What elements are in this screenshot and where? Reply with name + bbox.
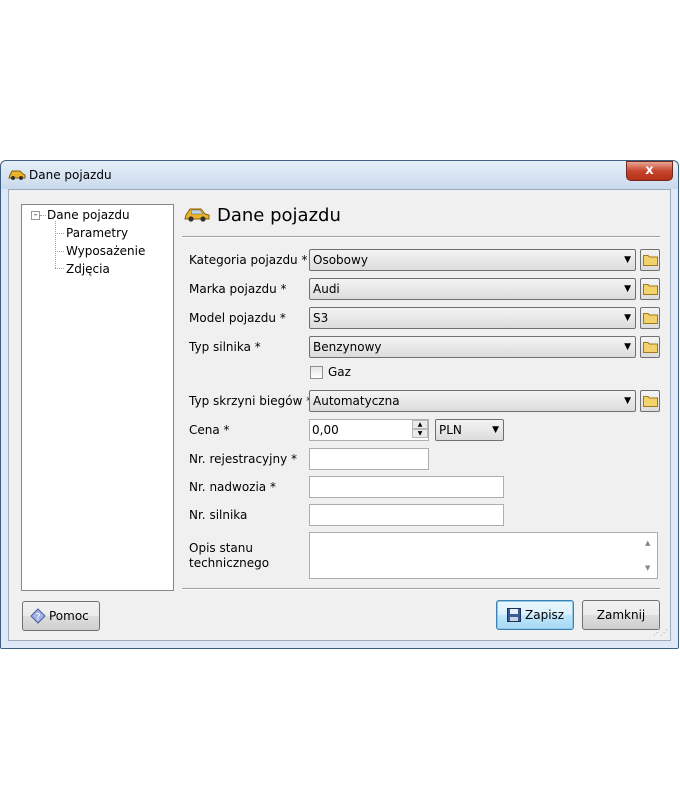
section-title: Dane pojazdu [217,205,341,226]
registration-label: Nr. rejestracyjny * [189,452,298,466]
price-input[interactable]: 0,00 [309,419,429,441]
spin-up-icon[interactable]: ▲ [412,420,428,429]
dialog-client-area: - Dane pojazdu Parametry Wyposażenie Zdj… [8,189,671,641]
save-button-label: Zapisz [525,608,565,622]
spin-down-icon[interactable]: ▼ [412,429,428,438]
engine-number-input[interactable] [309,504,504,526]
category-value: Osobowy [313,253,368,267]
gearbox-select[interactable]: Automatyczna ▼ [309,390,636,412]
chevron-down-icon: ▼ [624,313,631,323]
category-select[interactable]: Osobowy ▼ [309,249,636,271]
gearbox-label: Typ skrzyni biegów * [189,394,313,408]
svg-text:?: ? [35,612,40,623]
gearbox-value: Automatyczna [313,394,400,408]
price-label: Cena * [189,423,230,437]
resize-grip-icon[interactable]: ⋰⋰ [653,628,668,637]
folder-icon [643,255,658,266]
tree-item-dane-pojazdu[interactable]: Dane pojazdu [47,208,130,222]
folder-icon [643,313,658,324]
title-bar[interactable]: Dane pojazdu x [1,161,678,189]
brand-browse-button[interactable] [640,278,660,300]
help-button-label: Pomoc [49,609,89,623]
tree-collapse-icon[interactable]: - [31,211,40,220]
condition-label-line1: Opis stanu [189,541,253,555]
save-button[interactable]: Zapisz [496,600,574,630]
tree-connector [55,233,64,234]
tree-item-zdjecia[interactable]: Zdjęcia [66,262,110,276]
gas-checkbox[interactable] [310,366,323,379]
save-icon [507,608,521,622]
car-icon [184,206,210,225]
gas-label[interactable]: Gaz [328,365,351,379]
model-select[interactable]: S3 ▼ [309,307,636,329]
help-button[interactable]: ? Pomoc [22,601,100,631]
registration-input[interactable] [309,448,429,470]
model-browse-button[interactable] [640,307,660,329]
chevron-down-icon: ▼ [624,255,631,265]
engine-type-value: Benzynowy [313,340,382,354]
condition-scrollbar[interactable]: ▲ ▼ [640,533,657,578]
condition-label-line2: technicznego [189,556,270,570]
model-label: Model pojazdu * [189,311,286,325]
scroll-up-icon[interactable]: ▲ [645,539,650,547]
tree-connector [55,251,64,252]
chevron-down-icon: ▼ [624,396,631,406]
condition-textarea[interactable]: ▲ ▼ [309,532,658,579]
brand-label: Marka pojazdu * [189,282,287,296]
brand-value: Audi [313,282,340,296]
footer-divider [182,588,660,590]
tree-item-wyposazenie[interactable]: Wyposażenie [66,244,145,258]
model-value: S3 [313,311,329,325]
dialog-window: Dane pojazdu x - Dane pojazdu Parametry … [0,160,679,649]
close-button[interactable]: Zamknij [582,600,660,630]
tree-connector [40,215,46,216]
brand-select[interactable]: Audi ▼ [309,278,636,300]
navigation-tree[interactable]: - Dane pojazdu Parametry Wyposażenie Zdj… [21,204,174,591]
folder-icon [643,396,658,407]
engine-type-select[interactable]: Benzynowy ▼ [309,336,636,358]
vin-input[interactable] [309,476,504,498]
help-icon: ? [30,608,46,624]
scroll-down-icon[interactable]: ▼ [645,564,650,572]
category-label: Kategoria pojazdu * [189,253,308,267]
engine-type-browse-button[interactable] [640,336,660,358]
folder-icon [643,342,658,353]
chevron-down-icon: ▼ [624,342,631,352]
window-title: Dane pojazdu [29,168,112,182]
currency-value: PLN [439,423,462,437]
engine-type-label: Typ silnika * [189,340,261,354]
category-browse-button[interactable] [640,249,660,271]
car-icon [8,168,26,183]
chevron-down-icon: ▼ [624,284,631,294]
vin-label: Nr. nadwozia * [189,480,276,494]
engine-number-label: Nr. silnika [189,508,248,522]
window-close-button[interactable]: x [626,161,673,181]
header-divider [182,236,660,238]
tree-connector [55,221,56,268]
currency-select[interactable]: PLN ▼ [435,419,504,441]
price-spinner[interactable]: ▲ ▼ [412,420,428,440]
chevron-down-icon: ▼ [492,425,499,435]
tree-connector [55,268,64,269]
gearbox-browse-button[interactable] [640,390,660,412]
folder-icon [643,284,658,295]
tree-item-parametry[interactable]: Parametry [66,226,128,240]
